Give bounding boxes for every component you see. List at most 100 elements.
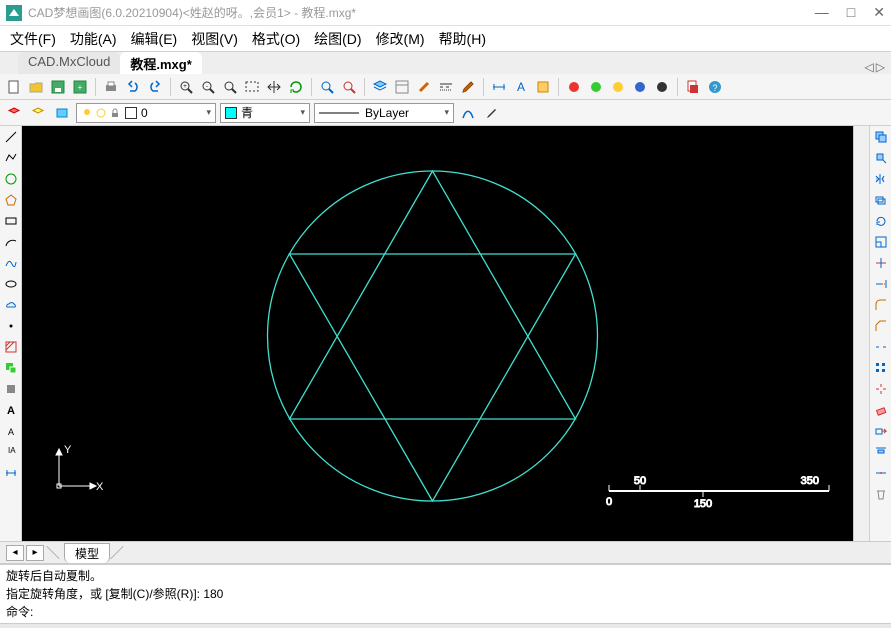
ellipse-tool-icon[interactable] [2, 275, 20, 293]
menu-view[interactable]: 视图(V) [185, 27, 244, 51]
redo-icon[interactable] [145, 77, 165, 97]
window-title: CAD梦想画图(6.0.20210904)<姓赵的呀。,会员1> - 教程.mx… [28, 4, 815, 21]
zoom-out-icon[interactable]: - [198, 77, 218, 97]
regen-icon[interactable] [286, 77, 306, 97]
zoom-in-icon[interactable]: + [176, 77, 196, 97]
close-button[interactable]: ✕ [873, 4, 885, 21]
layer-icon[interactable] [370, 77, 390, 97]
open-file-icon[interactable] [26, 77, 46, 97]
dimension-tool-icon[interactable] [2, 464, 20, 482]
command-line[interactable]: 旋转后自动夏制。 指定旋转角度，或 [复制(C)/参照(R)]: 180 命令: [0, 563, 891, 623]
linetype-icon[interactable] [436, 77, 456, 97]
menu-format[interactable]: 格式(O) [246, 27, 306, 51]
mtext-tool-icon[interactable]: A [2, 401, 20, 419]
leader-tool-icon[interactable]: IA [2, 443, 20, 461]
menu-help[interactable]: 帮助(H) [433, 27, 492, 51]
layer-name: 0 [141, 106, 148, 120]
svg-text:350: 350 [801, 475, 819, 487]
erase-tool-icon[interactable] [872, 401, 890, 419]
draw-toolbar: A A IA [0, 126, 22, 541]
layer-tool-2-icon[interactable] [28, 103, 48, 123]
stretch-tool-icon[interactable] [872, 422, 890, 440]
maximize-button[interactable]: □ [847, 4, 855, 21]
new-file-icon[interactable] [4, 77, 24, 97]
color-red-icon[interactable] [564, 77, 584, 97]
menu-file[interactable]: 文件(F) [4, 27, 62, 51]
save-icon[interactable] [48, 77, 68, 97]
mirror-tool-icon[interactable] [872, 170, 890, 188]
offset-tool-icon[interactable] [872, 191, 890, 209]
minimize-button[interactable]: — [815, 4, 829, 21]
zoom-prev-icon[interactable] [339, 77, 359, 97]
tab-nav-right-icon[interactable]: ▷ [876, 60, 885, 74]
zoom-realtime-icon[interactable] [317, 77, 337, 97]
tab-nav-left-icon[interactable]: ◁ [865, 60, 874, 74]
zoom-window-icon[interactable] [242, 77, 262, 97]
svg-text:IA: IA [8, 446, 16, 455]
block-icon[interactable] [533, 77, 553, 97]
pan-icon[interactable] [264, 77, 284, 97]
help-icon[interactable]: ? [705, 77, 725, 97]
hatch-tool-icon[interactable] [2, 338, 20, 356]
point-tool-icon[interactable] [2, 317, 20, 335]
cloud-tool-icon[interactable] [2, 296, 20, 314]
layer-combo[interactable]: 0 ▾ [76, 103, 216, 123]
menu-draw[interactable]: 绘图(D) [308, 27, 367, 51]
drawing-canvas[interactable]: Y X 0 50 150 350 [22, 126, 853, 541]
array-tool-icon[interactable] [872, 359, 890, 377]
rect-tool-icon[interactable] [2, 212, 20, 230]
color-combo[interactable]: 青 ▾ [220, 103, 310, 123]
canvas-scrollbar-v[interactable] [853, 126, 869, 541]
line-tool-icon[interactable] [2, 128, 20, 146]
tab-scroll-right-button[interactable]: ▸ [26, 545, 44, 561]
polygon-tool-icon[interactable] [2, 191, 20, 209]
linetype-combo[interactable]: ByLayer ▾ [314, 103, 454, 123]
spline-tool-icon[interactable] [2, 254, 20, 272]
break-tool-icon[interactable] [872, 338, 890, 356]
brush-icon[interactable] [458, 77, 478, 97]
move-tool-icon[interactable] [872, 149, 890, 167]
chamfer-tool-icon[interactable] [872, 317, 890, 335]
copy-tool-icon[interactable] [872, 128, 890, 146]
undo-icon[interactable] [123, 77, 143, 97]
block-insert-icon[interactable] [2, 359, 20, 377]
color-black-icon[interactable] [652, 77, 672, 97]
tab-current-doc[interactable]: 教程.mxg* [120, 52, 201, 74]
menu-function[interactable]: 功能(A) [64, 27, 123, 51]
match-prop-icon[interactable] [414, 77, 434, 97]
rotate-tool-icon[interactable] [872, 212, 890, 230]
trim-tool-icon[interactable] [872, 254, 890, 272]
circle-tool-icon[interactable] [2, 170, 20, 188]
color-blue-icon[interactable] [630, 77, 650, 97]
saveas-icon[interactable]: + [70, 77, 90, 97]
arc-tool-icon[interactable] [2, 233, 20, 251]
zoom-extents-icon[interactable] [220, 77, 240, 97]
purge-tool-icon[interactable] [872, 485, 890, 503]
scale-tool-icon[interactable] [872, 233, 890, 251]
tab-scroll-left-button[interactable]: ◂ [6, 545, 24, 561]
region-tool-icon[interactable] [2, 380, 20, 398]
layer-tool-3-icon[interactable] [52, 103, 72, 123]
print-icon[interactable] [101, 77, 121, 97]
align-tool-icon[interactable] [872, 443, 890, 461]
lineweight-icon[interactable] [458, 103, 478, 123]
text-tool-icon[interactable]: A [2, 422, 20, 440]
export-icon[interactable] [683, 77, 703, 97]
color-yellow-icon[interactable] [608, 77, 628, 97]
color-green-icon[interactable] [586, 77, 606, 97]
join-tool-icon[interactable] [872, 464, 890, 482]
brush2-icon[interactable] [482, 103, 502, 123]
fillet-tool-icon[interactable] [872, 296, 890, 314]
menu-modify[interactable]: 修改(M) [370, 27, 431, 51]
dim-icon[interactable] [489, 77, 509, 97]
extend-tool-icon[interactable] [872, 275, 890, 293]
tab-cloud[interactable]: CAD.MxCloud [18, 52, 120, 74]
properties-icon[interactable] [392, 77, 412, 97]
polyline-tool-icon[interactable] [2, 149, 20, 167]
text-icon[interactable]: A [511, 77, 531, 97]
model-tab[interactable]: 模型 [64, 543, 110, 563]
menu-edit[interactable]: 编辑(E) [125, 27, 184, 51]
explode-tool-icon[interactable] [872, 380, 890, 398]
lightbulb-icon [81, 107, 93, 119]
layer-tool-1-icon[interactable] [4, 103, 24, 123]
